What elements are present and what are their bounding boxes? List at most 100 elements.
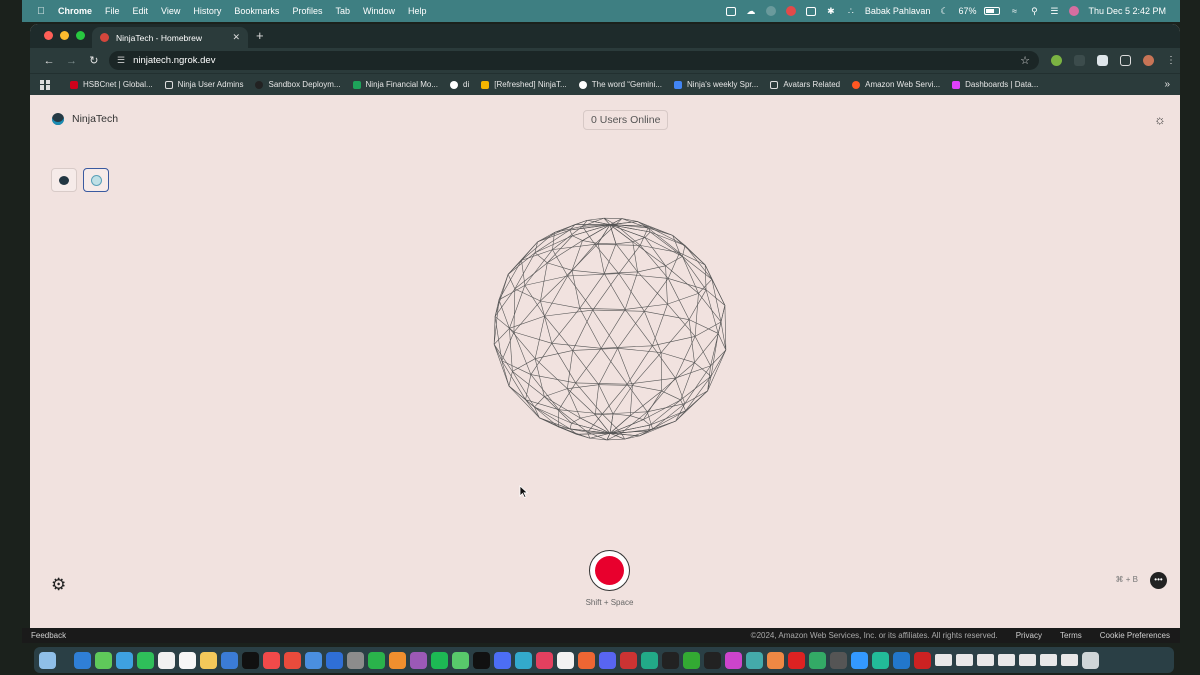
dock-minimized-window[interactable] [977, 654, 994, 666]
dock-app-icon[interactable] [809, 651, 826, 669]
dock-app-icon[interactable] [263, 651, 280, 669]
dock-minimized-window[interactable] [1019, 654, 1036, 666]
dock-app-icon[interactable] [683, 651, 700, 669]
bookmark-folder[interactable]: Avatars Related [770, 80, 840, 89]
url-text[interactable]: ninjatech.ngrok.dev [133, 55, 215, 66]
feedback-link[interactable]: Feedback [31, 631, 66, 640]
dock-app-icon[interactable] [431, 651, 448, 669]
control-center-icon[interactable]: ☰ [1048, 6, 1060, 17]
dock-app-icon[interactable] [221, 651, 238, 669]
dock-app-icon[interactable] [410, 651, 427, 669]
dock-app-icon[interactable] [893, 651, 910, 669]
bookmark-item[interactable]: [Refreshed] NinjaT... [481, 80, 567, 89]
status-app-icon-3[interactable] [785, 6, 797, 17]
dock-app-icon[interactable] [725, 651, 742, 669]
network-activity-icon[interactable]: ∴ [845, 6, 857, 17]
status-app-icon-2[interactable] [765, 6, 777, 17]
extensions-puzzle-icon[interactable] [1119, 55, 1131, 66]
dock-app-icon[interactable] [74, 651, 91, 669]
dock-app-icon[interactable] [326, 651, 343, 669]
menu-tab[interactable]: Tab [335, 6, 350, 16]
dock-minimized-window[interactable] [1040, 654, 1057, 666]
dock-app-icon[interactable] [473, 651, 490, 669]
apps-grid-icon[interactable] [40, 79, 50, 90]
spotlight-search-icon[interactable]: ⚲ [1028, 6, 1040, 17]
menu-window[interactable]: Window [363, 6, 395, 16]
dock-app-icon[interactable] [914, 651, 931, 669]
dock-minimized-window[interactable] [935, 654, 952, 666]
dock-app-icon[interactable] [39, 651, 56, 669]
menu-edit[interactable]: Edit [133, 6, 149, 16]
address-bar[interactable]: ☰ ninjatech.ngrok.dev ☆ [108, 51, 1039, 70]
site-info-icon[interactable]: ☰ [117, 55, 125, 66]
dock-app-icon[interactable] [368, 651, 385, 669]
menu-profiles[interactable]: Profiles [292, 6, 322, 16]
dock-app-icon[interactable] [305, 651, 322, 669]
dock-app-icon[interactable] [872, 651, 889, 669]
terms-link[interactable]: Terms [1060, 631, 1082, 640]
dock-app-icon[interactable] [662, 651, 679, 669]
sun-icon[interactable]: ☼ [1152, 112, 1168, 128]
bluetooth-icon[interactable]: ✱ [825, 6, 837, 17]
bookmark-item[interactable]: Sandbox Deploym... [255, 80, 341, 89]
bookmark-item[interactable]: HSBCnet | Global... [70, 80, 153, 89]
dock-app-icon[interactable] [284, 651, 301, 669]
close-window-button[interactable] [44, 31, 53, 40]
browser-menu-icon[interactable]: ⋮ [1166, 55, 1176, 66]
dock-app-icon[interactable] [116, 651, 133, 669]
status-app-icon-4[interactable] [805, 6, 817, 17]
trash-icon[interactable] [1082, 651, 1099, 669]
menu-view[interactable]: View [161, 6, 180, 16]
bookmark-item[interactable]: Dashboards | Data... [952, 80, 1038, 89]
dock-minimized-window[interactable] [998, 654, 1015, 666]
dock-app-icon[interactable] [767, 651, 784, 669]
dock-app-icon[interactable] [641, 651, 658, 669]
dock-app-icon[interactable] [578, 651, 595, 669]
dock-minimized-window[interactable] [956, 654, 973, 666]
apple-icon[interactable]:  [34, 6, 48, 17]
extension-icon-1[interactable] [1050, 55, 1062, 66]
menu-history[interactable]: History [193, 6, 221, 16]
dock-app-icon[interactable] [704, 651, 721, 669]
browser-tab-active[interactable]: NinjaTech - Homebrew ✕ [92, 27, 248, 48]
cookie-preferences-link[interactable]: Cookie Preferences [1100, 631, 1170, 640]
dock-app-icon[interactable] [851, 651, 868, 669]
dock-app-icon[interactable] [788, 651, 805, 669]
moon-icon[interactable]: ☾ [938, 6, 950, 17]
brand[interactable]: NinjaTech [52, 113, 118, 125]
cloud-sync-icon[interactable]: ☁ [745, 6, 757, 17]
dock-app-icon[interactable] [347, 651, 364, 669]
status-app-icon[interactable] [725, 6, 737, 17]
dock-minimized-window[interactable] [1061, 654, 1078, 666]
maximize-window-button[interactable] [76, 31, 85, 40]
siri-icon[interactable] [1068, 6, 1080, 17]
reload-button[interactable]: ↻ [83, 54, 105, 67]
minimize-window-button[interactable] [60, 31, 69, 40]
dock-app-icon[interactable] [746, 651, 763, 669]
dock-app-icon[interactable] [515, 651, 532, 669]
dock-app-icon[interactable] [536, 651, 553, 669]
bookmarks-overflow-icon[interactable]: » [1164, 79, 1170, 90]
bookmark-item[interactable]: The word “Gemini... [578, 80, 662, 89]
avatar-option-ninja[interactable] [51, 168, 77, 192]
menu-file[interactable]: File [105, 6, 120, 16]
forward-button[interactable]: → [60, 55, 82, 67]
close-tab-icon[interactable]: ✕ [232, 32, 240, 43]
dock-app-icon[interactable] [200, 651, 217, 669]
extension-icon-2[interactable] [1073, 55, 1085, 66]
dock-app-icon[interactable] [452, 651, 469, 669]
dock-app-icon[interactable] [242, 651, 259, 669]
dock-app-icon[interactable] [179, 651, 196, 669]
bookmark-item[interactable]: di [450, 80, 469, 89]
bookmark-folder[interactable]: Ninja User Admins [164, 80, 243, 89]
dock-app-icon[interactable] [830, 651, 847, 669]
wifi-icon[interactable]: ≈ [1008, 6, 1020, 17]
menubar-user-name[interactable]: Babak Pahlavan [865, 6, 931, 16]
battery-icon[interactable] [984, 7, 1001, 15]
new-tab-button[interactable]: + [256, 28, 264, 43]
menu-help[interactable]: Help [408, 6, 427, 16]
bookmark-star-icon[interactable]: ☆ [1020, 54, 1030, 67]
bookmark-item[interactable]: Amazon Web Servi... [852, 80, 940, 89]
dock-app-icon[interactable] [137, 651, 154, 669]
gear-icon[interactable]: ⚙ [51, 575, 66, 595]
